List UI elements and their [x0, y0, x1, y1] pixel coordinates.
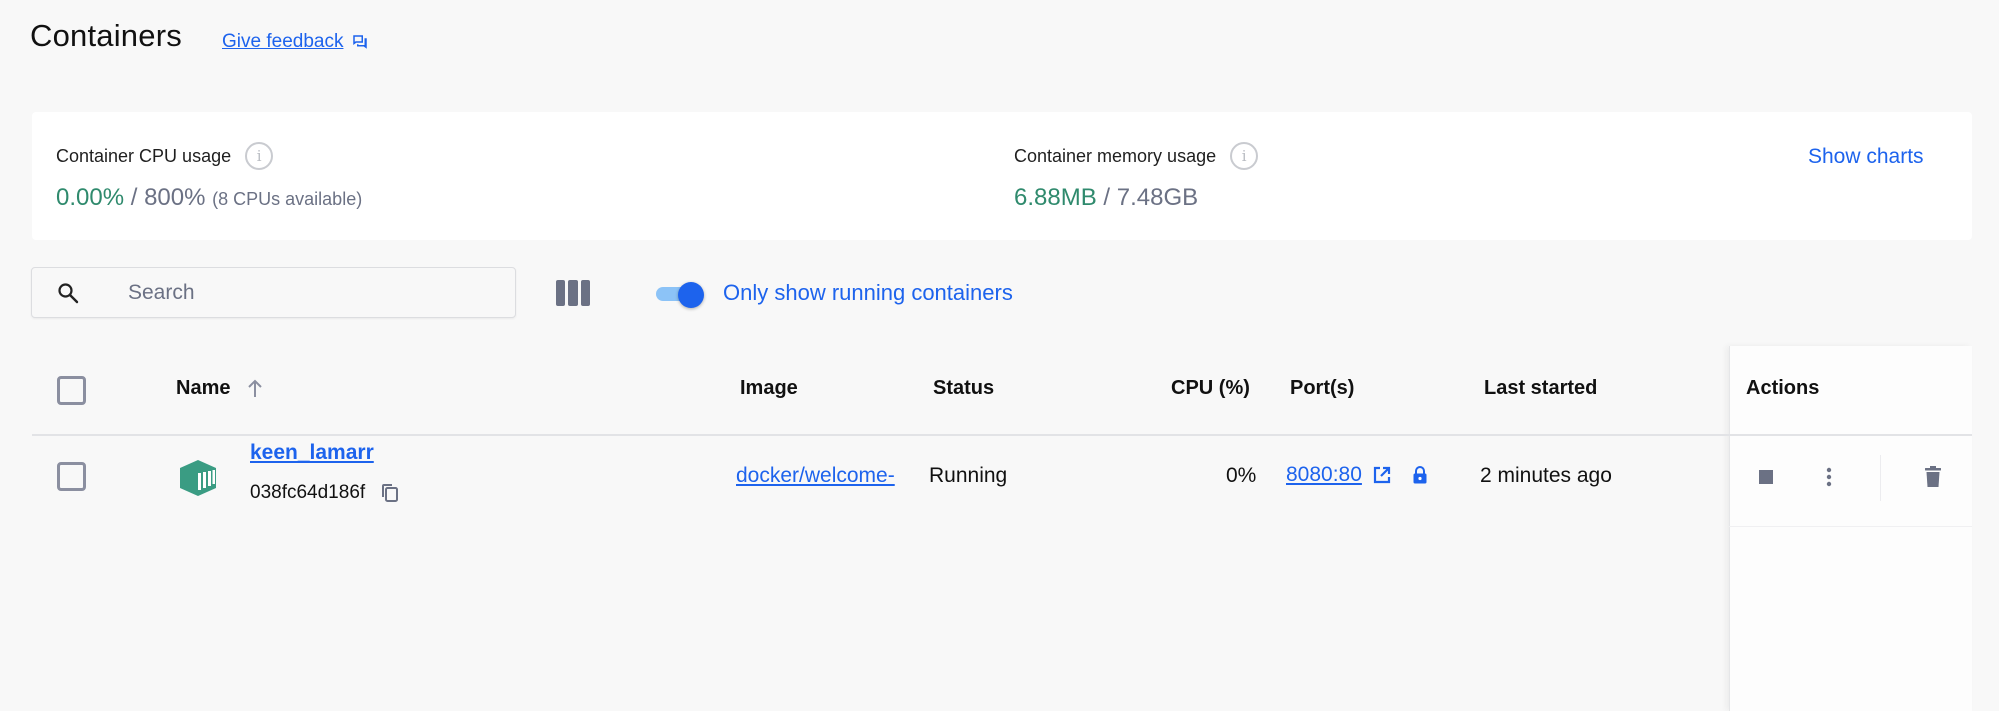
more-options-button[interactable] [1816, 464, 1842, 490]
toggle-thumb [678, 282, 704, 308]
cpu-percent: 0% [1226, 464, 1257, 487]
memory-total: 7.48GB [1116, 184, 1199, 211]
delete-button[interactable] [1919, 462, 1947, 492]
actions-column [1729, 346, 1972, 711]
arrow-up-icon[interactable] [246, 379, 264, 399]
header-divider [32, 434, 1729, 436]
column-header-name[interactable]: Name [176, 377, 264, 400]
actions-divider [1880, 455, 1881, 501]
external-link-icon[interactable] [1372, 465, 1392, 485]
cpu-usage-value: 0.00% / 800% (8 CPUs available) [56, 184, 362, 212]
give-feedback-link[interactable]: Give feedback [222, 31, 369, 53]
column-header-ports[interactable]: Port(s) [1290, 377, 1354, 400]
column-header-name-label: Name [176, 377, 231, 399]
info-icon[interactable]: i [1230, 142, 1259, 170]
search-icon [58, 283, 79, 304]
show-charts-button[interactable]: Show charts [1808, 145, 1924, 169]
select-all-checkbox[interactable] [57, 376, 86, 405]
column-header-last-started[interactable]: Last started [1484, 377, 1597, 400]
feedback-icon [353, 35, 368, 49]
column-header-actions: Actions [1746, 377, 1820, 399]
stop-button[interactable] [1753, 464, 1779, 490]
usage-stats-card: Container CPU usage i 0.00% / 800% (8 CP… [32, 112, 1972, 240]
running-only-label[interactable]: Only show running containers [723, 280, 1013, 306]
cpu-usage-label: Container CPU usage i [56, 142, 274, 170]
memory-usage-label: Container memory usage i [1014, 142, 1259, 170]
port-link[interactable]: 8080:80 [1286, 463, 1362, 487]
ports-cell: 8080:80 [1286, 463, 1428, 487]
column-header-image[interactable]: Image [740, 377, 798, 400]
memory-separator: / [1096, 184, 1117, 211]
lock-icon [1413, 466, 1427, 484]
search-field[interactable] [31, 267, 516, 318]
memory-used: 6.88MB [1014, 184, 1097, 211]
cpu-used: 0.00% [56, 184, 125, 211]
actions-header-divider [1729, 434, 1972, 436]
last-started-text: 2 minutes ago [1480, 464, 1612, 487]
search-input[interactable] [128, 278, 498, 308]
memory-usage-title: Container memory usage [1014, 145, 1217, 166]
actions-row-divider [1729, 526, 1972, 527]
memory-usage-value: 6.88MB / 7.48GB [1014, 184, 1198, 212]
image-link[interactable]: docker/welcome- [736, 464, 918, 488]
row-select-checkbox[interactable] [57, 462, 86, 491]
status-text: Running [929, 464, 1008, 487]
cpu-total: 800% [144, 184, 206, 211]
page-title: Containers [30, 18, 182, 53]
trash-icon [1925, 466, 1941, 487]
running-only-toggle[interactable] [656, 282, 704, 308]
cpu-note: (8 CPUs available) [212, 189, 363, 209]
container-id-text: 038fc64d186f [250, 482, 366, 503]
container-name-link[interactable]: keen_lamarr [250, 441, 374, 465]
more-vertical-icon [1826, 467, 1832, 487]
stop-icon [1759, 470, 1773, 484]
container-id: 038fc64d186f [250, 482, 399, 504]
container-icon [180, 460, 216, 496]
column-header-status[interactable]: Status [933, 377, 994, 400]
column-header-cpu[interactable]: CPU (%) [1171, 377, 1250, 400]
columns-icon[interactable] [556, 280, 590, 306]
info-icon[interactable]: i [245, 142, 274, 170]
cpu-separator: / [124, 184, 145, 211]
give-feedback-label: Give feedback [222, 31, 344, 52]
copy-icon[interactable] [381, 483, 399, 503]
cpu-usage-title: Container CPU usage [56, 145, 232, 166]
